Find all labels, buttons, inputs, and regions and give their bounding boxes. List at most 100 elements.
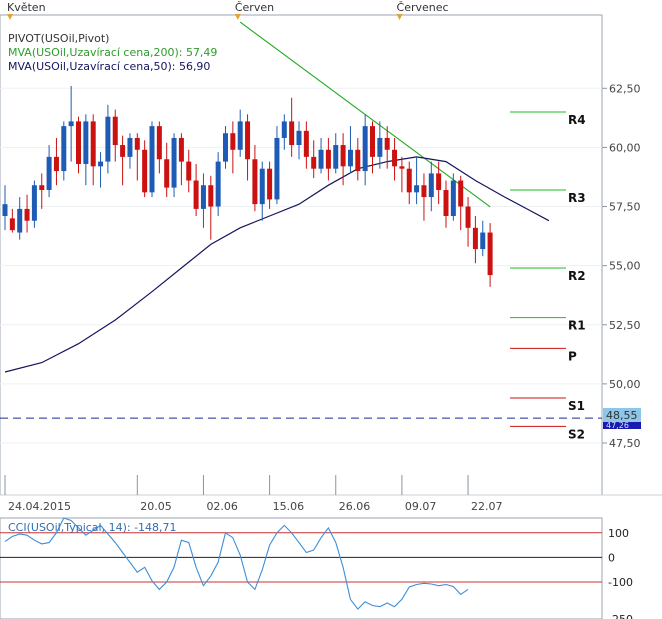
chart-canvas: Květen Červen Červenec R4 R3 R2 R1 P S1 S2 62,50…	[0, 1, 662, 619]
price-tick-label: 62,50	[609, 82, 641, 95]
candle-body	[296, 130, 302, 146]
candle-body	[428, 173, 434, 198]
date-tick-label: 22.07	[471, 500, 503, 513]
candle-body	[370, 126, 375, 157]
candle-body	[127, 137, 133, 157]
candle-body	[245, 121, 251, 160]
candle-body	[347, 149, 353, 167]
candle-body	[362, 126, 368, 172]
candle-body	[281, 121, 287, 138]
pivot-label: S1	[568, 399, 585, 413]
candle-body	[53, 156, 59, 172]
candle-body	[325, 149, 331, 169]
candle-body	[9, 218, 15, 231]
candle-body	[83, 121, 89, 164]
candle-body	[237, 121, 243, 150]
candle-body	[134, 137, 140, 150]
candle-body	[61, 126, 67, 172]
candle-body	[164, 159, 170, 188]
price-tick-label: 60,00	[609, 141, 641, 154]
pivot-label: S2	[568, 427, 585, 441]
candle-body	[68, 121, 74, 127]
candle-body	[289, 121, 295, 146]
price-tag-under-label: 47,26	[606, 421, 629, 430]
candle-body	[274, 137, 280, 200]
candle-body	[340, 145, 346, 167]
candle-body	[311, 156, 317, 169]
date-tick-label: 02.06	[206, 500, 238, 513]
candle-body	[406, 168, 412, 193]
candle-body	[120, 145, 126, 157]
candle-body	[46, 156, 52, 190]
cci-tick-label: 0	[608, 551, 615, 564]
candle-body	[156, 126, 162, 160]
candle-body	[421, 185, 427, 198]
candle-body	[318, 149, 324, 169]
price-tag: 48,55 47,26	[603, 408, 641, 430]
candle-body	[200, 185, 206, 209]
price-tick-label: 55,00	[609, 260, 641, 273]
candle-body	[450, 180, 456, 216]
pivot-label: P	[568, 349, 577, 363]
candle-body	[39, 185, 45, 190]
candle-body	[333, 145, 339, 169]
candle-body	[31, 185, 37, 221]
candle-body	[186, 161, 192, 181]
candle-body	[178, 137, 184, 162]
price-tick-label: 57,50	[609, 201, 641, 214]
candle-body	[436, 173, 442, 190]
candle-body	[480, 232, 486, 250]
candle-body	[443, 189, 449, 216]
date-tick-label: 15.06	[273, 500, 305, 513]
candle-body	[414, 185, 420, 193]
cci-tick-label: -250	[608, 613, 633, 619]
date-tick-label: 24.04.2015	[8, 500, 71, 513]
month-label: Červen	[235, 1, 274, 14]
candle-body	[17, 208, 23, 233]
candle-body	[149, 126, 155, 193]
candle-body	[259, 168, 265, 205]
month-label: Květen	[7, 1, 46, 14]
legend-ma50: MVA(USOil,Uzavírací cena,50): 56,90	[8, 60, 210, 73]
candle-body	[303, 130, 309, 157]
candle-body	[76, 121, 81, 164]
candle-body	[384, 137, 390, 150]
pivot-label: R2	[568, 269, 586, 283]
candle-body	[24, 208, 30, 221]
candle-body	[105, 116, 111, 162]
price-axis: 62,50 60,00 57,50 55,00 52,50 50,00 47,50	[602, 82, 641, 450]
legend-pivot: PIVOT(USOil,Pivot)	[8, 32, 109, 45]
price-tick-label: 52,50	[609, 319, 641, 332]
price-tick-label: 47,50	[609, 437, 641, 450]
date-tick-label: 09.07	[405, 500, 437, 513]
candle-body	[112, 116, 118, 146]
pivot-label: R3	[568, 191, 586, 205]
candle-body	[472, 227, 478, 250]
date-tick-label: 20.05	[140, 500, 172, 513]
candle-body	[377, 137, 383, 157]
cci-legend: CCI(USOil,Typical, 14): -148,71	[8, 521, 177, 534]
candle-body	[90, 121, 96, 167]
candle-body	[487, 232, 493, 276]
legend-ma200: MVA(USOil,Uzavírací cena,200): 57,49	[8, 46, 217, 59]
candle-body	[193, 180, 199, 209]
candle-body	[399, 166, 405, 169]
candle-body	[267, 168, 273, 200]
candle-body	[458, 180, 464, 207]
candle-body	[215, 161, 221, 207]
cci-tick-label: 100	[608, 527, 629, 540]
pivot-label: R1	[568, 319, 586, 333]
candle-body	[98, 161, 104, 167]
month-label: Červenec	[397, 1, 449, 14]
candle-body	[208, 185, 214, 207]
candle-body	[142, 149, 148, 193]
candle-body	[171, 137, 177, 188]
candle-body	[223, 133, 228, 162]
candle-body	[465, 206, 471, 228]
cci-tick-label: -100	[608, 576, 633, 589]
candle-body	[2, 204, 8, 216]
price-tick-label: 50,00	[609, 378, 641, 391]
candle-body	[230, 133, 236, 150]
candle-body	[392, 149, 398, 167]
pivot-label: R4	[568, 113, 586, 127]
